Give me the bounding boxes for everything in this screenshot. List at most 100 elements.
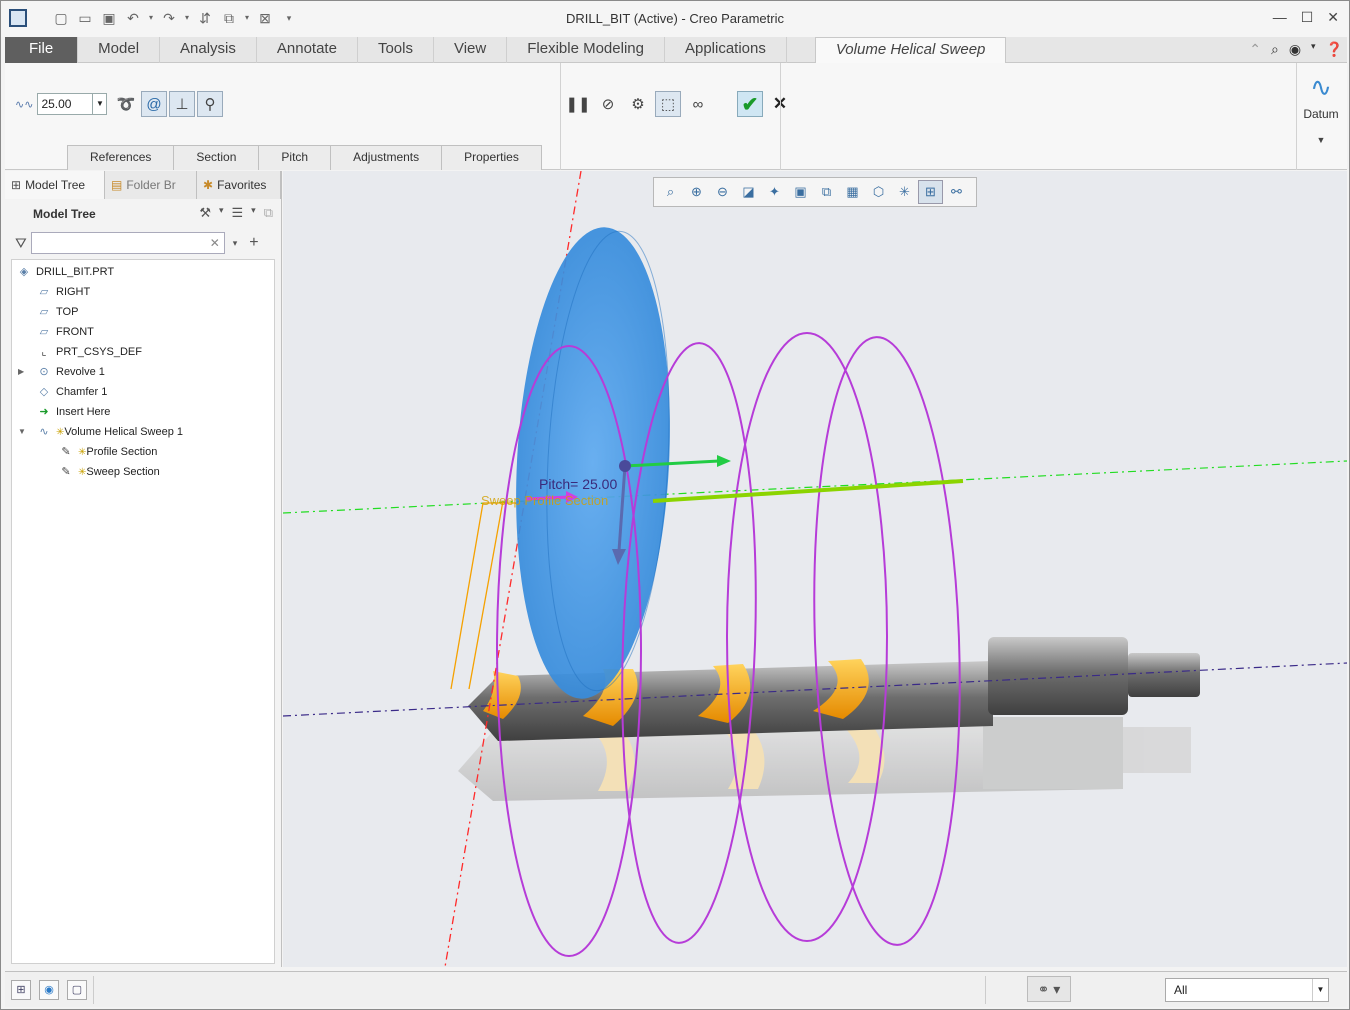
close-icon[interactable]: ✕ (1327, 9, 1339, 26)
status-bar-icons: ⊞ ◉ ▢ (11, 980, 87, 1000)
datum-plane-icon: ▱ (39, 326, 49, 338)
section-orientation-icon[interactable]: ⚲ (197, 91, 223, 117)
title-bar: ▢ ▭ ▣ ↶ ▾ ↷ ▾ ⇵ ⧉ ▾ ⊠ ▾ DRILL_BIT (Activ… (1, 1, 1349, 37)
collapse-arrow-icon[interactable]: ▼ (18, 422, 28, 442)
preview-detached-icon[interactable]: ⬚ (655, 91, 681, 117)
collapse-ribbon-icon[interactable]: ⌃ (1249, 41, 1261, 58)
helix-sweep-icon[interactable]: ➰ (113, 91, 139, 117)
sketch-icon: ✎ (61, 466, 71, 478)
show-icon[interactable]: ☰ (232, 205, 244, 221)
tab-volume-helical-sweep[interactable]: Volume Helical Sweep (814, 37, 1007, 63)
maximize-icon[interactable]: ☐ (1301, 9, 1314, 26)
tree-item[interactable]: ▼ ∿ ✳Volume Helical Sweep 1 (12, 422, 274, 442)
community-dropdown-icon[interactable]: ▾ (1311, 41, 1316, 58)
favorites-icon: ✱ (203, 178, 214, 192)
show-dropdown-icon[interactable]: ▾ (251, 205, 256, 221)
tree-item[interactable]: ▶ ⊙ Revolve 1 (12, 362, 274, 382)
community-icon[interactable]: ◉ (1289, 41, 1301, 58)
datum-dropdown-icon[interactable]: ▼ (1297, 135, 1345, 145)
normal-to-trajectory-icon[interactable]: ⊥ (169, 91, 195, 117)
tab-file[interactable]: File (5, 37, 79, 63)
zoom-out-icon[interactable]: ⊖ (710, 180, 735, 204)
tree-settings-icon[interactable]: ⚒ (199, 205, 211, 221)
subtab-section[interactable]: Section (173, 145, 260, 170)
helical-sweep-icon: ∿ (39, 426, 49, 438)
tree-item[interactable]: ✎ ✳Profile Section (12, 442, 274, 462)
annotation-display-icon[interactable]: ⊞ (918, 180, 943, 204)
help-icon[interactable]: ❓ (1326, 41, 1343, 58)
tab-model[interactable]: Model (78, 37, 161, 63)
status-separator (93, 976, 94, 1004)
spin-display-icon[interactable]: ⚯ (944, 180, 969, 204)
add-filter-icon[interactable]: + (249, 234, 258, 252)
datum-display-icon[interactable]: ✳ (892, 180, 917, 204)
selection-filter-select[interactable]: All ▼ (1165, 978, 1329, 1002)
tree-item[interactable]: ▱ RIGHT (12, 282, 274, 302)
tree-item[interactable]: ✎ ✳Sweep Section (12, 462, 274, 482)
right-handed-icon[interactable]: @ (141, 91, 167, 117)
pitch-dropdown-icon[interactable]: ▼ (93, 93, 108, 115)
tree-search-input[interactable]: ✕ (30, 232, 225, 254)
view-manager-icon[interactable]: ▦ (840, 180, 865, 204)
ok-checkmark-button[interactable]: ✔ (737, 91, 763, 117)
tree-filter-icon[interactable]: ⧉ (264, 205, 273, 221)
zoom-in-icon[interactable]: ⊕ (684, 180, 709, 204)
verify-glasses-icon[interactable]: ∞ (685, 91, 711, 117)
subtab-adjustments[interactable]: Adjustments (330, 145, 443, 170)
find-binoculars-icon[interactable]: ⚭ ▾ (1027, 976, 1071, 1002)
spin-center-icon[interactable]: ✦ (762, 180, 787, 204)
display-style-icon[interactable]: ▣ (788, 180, 813, 204)
selection-filter-dropdown-icon[interactable]: ▼ (1312, 979, 1328, 1001)
tree-item[interactable]: ▱ FRONT (12, 322, 274, 342)
tab-annotate[interactable]: Annotate (257, 37, 358, 63)
pitch-input[interactable]: 25.00 (37, 93, 94, 115)
tab-flexible-modeling[interactable]: Flexible Modeling (507, 37, 665, 63)
expand-arrow-icon[interactable]: ▶ (18, 362, 28, 382)
tree-item-label: RIGHT (56, 286, 91, 298)
tab-model-tree[interactable]: ⊞ Model Tree (5, 171, 105, 199)
preview-attached-icon[interactable]: ⚙ (625, 91, 651, 117)
pitch-label[interactable]: Pitch= 25.00 (539, 476, 617, 492)
tab-analysis[interactable]: Analysis (160, 37, 257, 63)
tree-item-label: FRONT (56, 326, 94, 338)
clear-search-icon[interactable]: ✕ (210, 236, 220, 250)
tree-item[interactable]: ◈ DRILL_BIT.PRT (12, 262, 274, 282)
sweep-options: ➰ @ ⊥ ⚲ (113, 91, 223, 117)
tree-settings-dropdown-icon[interactable]: ▾ (219, 205, 224, 221)
graphics-viewport[interactable]: Sweep Profile Section Pitch= 25.00 ⌕ ⊕ ⊖… (283, 171, 1347, 967)
browser-toggle-icon[interactable]: ◉ (39, 980, 59, 1000)
subtab-properties[interactable]: Properties (441, 145, 542, 170)
saved-orientations-icon[interactable]: ⧉ (814, 180, 839, 204)
tab-folder-browser[interactable]: ▤ Folder Br (105, 171, 197, 199)
status-bar: ⊞ ◉ ▢ ⚭ ▾ All ▼ (5, 971, 1347, 1007)
full-screen-icon[interactable]: ▢ (67, 980, 87, 1000)
subtab-pitch[interactable]: Pitch (258, 145, 332, 170)
datum-group[interactable]: ∿ Datum ▼ (1297, 67, 1345, 163)
repaint-icon[interactable]: ◪ (736, 180, 761, 204)
refit-icon[interactable]: ⌕ (658, 180, 683, 204)
tab-view[interactable]: View (434, 37, 508, 63)
pause-icon[interactable]: ❚❚ (565, 91, 591, 117)
graphics-toolbar: ⌕ ⊕ ⊖ ◪ ✦ ▣ ⧉ ▦ ⬡ ✳ ⊞ ⚯ (653, 177, 977, 207)
tree-item[interactable]: ➜ Insert Here (12, 402, 274, 422)
subtab-references[interactable]: References (67, 145, 175, 170)
tab-applications[interactable]: Applications (665, 37, 787, 63)
minimize-icon[interactable]: — (1273, 9, 1287, 26)
tree-item[interactable]: ⌞ PRT_CSYS_DEF (12, 342, 274, 362)
perspective-icon[interactable]: ⬡ (866, 180, 891, 204)
search-icon[interactable]: ⌕ (1271, 41, 1279, 58)
section-label: Sweep Profile Section (481, 493, 608, 508)
ribbon-right-controls: ⌃ ⌕ ◉ ▾ ❓ (1249, 41, 1343, 58)
model-tree-header: Model Tree ⚒ ▾ ☰ ▾ ⧉ (5, 199, 281, 229)
tab-tools[interactable]: Tools (358, 37, 434, 63)
model-tree-tools: ⚒ ▾ ☰ ▾ ⧉ (199, 205, 273, 221)
no-preview-icon[interactable]: ⊘ (595, 91, 621, 117)
revolve-icon: ⊙ (39, 366, 49, 378)
navigator-toggle-icon[interactable]: ⊞ (11, 980, 31, 1000)
model-tree-icon: ⊞ (11, 178, 22, 192)
tree-item[interactable]: ◇ Chamfer 1 (12, 382, 274, 402)
tab-favorites[interactable]: ✱ Favorites (197, 171, 281, 199)
tree-item[interactable]: ▱ TOP (12, 302, 274, 322)
operation-buttons: ❚❚ ⊘ ⚙ ⬚ ∞ ✔ ✕ (565, 91, 793, 117)
search-dropdown-icon[interactable]: ▾ (233, 238, 238, 249)
